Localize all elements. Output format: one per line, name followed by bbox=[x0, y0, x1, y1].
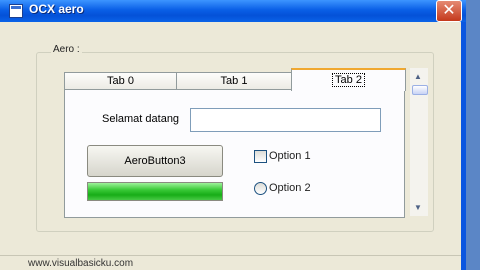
aero-button[interactable]: AeroButton3 bbox=[87, 145, 223, 177]
groupbox-label: Aero : bbox=[51, 44, 82, 55]
window-frame-right bbox=[461, 22, 466, 270]
progress-fill bbox=[88, 183, 222, 200]
close-icon[interactable]: ✕ bbox=[436, 0, 462, 22]
progress-bar bbox=[87, 182, 223, 201]
app-window-icon bbox=[9, 4, 23, 18]
tab-1[interactable]: Tab 1 bbox=[176, 72, 292, 89]
status-text: www.visualbasicku.com bbox=[28, 258, 134, 269]
option-1-label[interactable]: Option 1 bbox=[269, 150, 311, 162]
option-2-label[interactable]: Option 2 bbox=[269, 182, 311, 194]
scroll-up-icon[interactable]: ▲ bbox=[414, 72, 422, 81]
tab-0[interactable]: Tab 0 bbox=[64, 72, 177, 89]
text-input[interactable] bbox=[190, 108, 381, 132]
title-bar[interactable]: OCX aero ✕ bbox=[0, 0, 466, 22]
option-2-radio[interactable] bbox=[254, 182, 267, 195]
option-1-checkbox[interactable] bbox=[254, 150, 267, 163]
tab-2[interactable]: Tab 2 bbox=[291, 68, 406, 91]
scroll-down-icon[interactable]: ▼ bbox=[414, 203, 422, 212]
window-title: OCX aero bbox=[29, 2, 84, 16]
tab-2-label: Tab 2 bbox=[332, 73, 365, 87]
scroll-thumb[interactable] bbox=[412, 85, 428, 95]
welcome-label: Selamat datang bbox=[102, 113, 180, 125]
app-window: OCX aero ✕ Aero : Tab 0 Tab 1 Tab 2 Sela… bbox=[0, 0, 466, 270]
